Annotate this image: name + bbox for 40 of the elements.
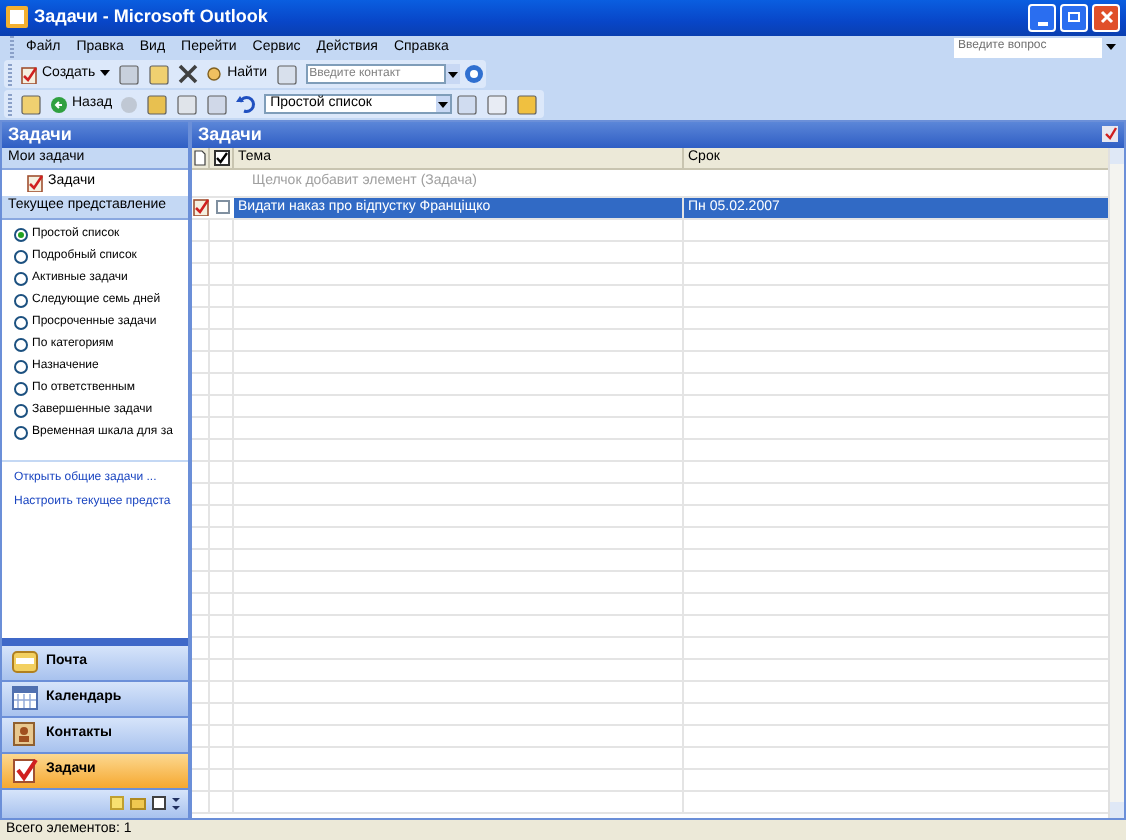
pane-icon <box>1102 126 1118 143</box>
calendar-icon <box>12 686 38 711</box>
new-task-icon <box>20 65 38 84</box>
configure-buttons-icon[interactable] <box>172 795 180 812</box>
caret-icon <box>99 70 110 79</box>
task-icon <box>192 198 210 217</box>
close-icon <box>1099 10 1113 25</box>
radio-button[interactable] <box>14 271 28 286</box>
task-icon <box>12 757 38 784</box>
restore-button[interactable] <box>1060 3 1088 32</box>
vertical-scrollbar[interactable] <box>1108 147 1124 818</box>
radio-button[interactable] <box>14 293 28 308</box>
radio-button[interactable] <box>14 425 28 440</box>
radio-button[interactable] <box>14 315 28 330</box>
radio-button[interactable] <box>14 227 28 242</box>
splitter-bar[interactable] <box>2 637 188 646</box>
radio-button[interactable] <box>14 249 28 264</box>
back-arrow-icon <box>50 95 68 114</box>
shortcut-icon[interactable] <box>152 796 166 811</box>
dropdown-arrow-icon[interactable] <box>1106 43 1116 52</box>
complete-checkbox[interactable] <box>215 200 229 215</box>
outlook-app-icon <box>6 6 28 29</box>
radio-button[interactable] <box>14 403 28 418</box>
envelope-icon <box>12 650 38 675</box>
delete-icon[interactable] <box>177 64 198 85</box>
radio-button[interactable] <box>14 337 28 352</box>
checkbox-icon <box>213 149 229 166</box>
minimize-button[interactable] <box>1028 3 1056 32</box>
undo-icon[interactable] <box>236 94 257 115</box>
radio-button[interactable] <box>14 359 28 374</box>
page-icon <box>194 149 206 166</box>
window-title: Задачи - Microsoft Outlook <box>34 4 268 31</box>
column-header[interactable] <box>210 147 234 168</box>
pane-header: Задачи <box>2 121 188 148</box>
close-button[interactable] <box>1092 3 1120 32</box>
dropdown-arrow-icon <box>436 96 451 113</box>
radio-button[interactable] <box>14 381 28 396</box>
task-folder-icon <box>26 173 44 192</box>
contact-card-icon <box>12 722 38 747</box>
pane-title: Задачи <box>198 121 264 148</box>
